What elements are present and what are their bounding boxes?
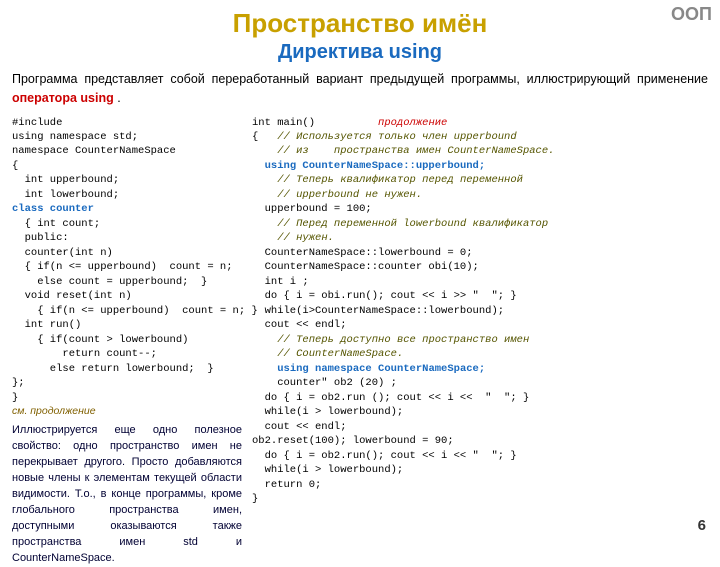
left-column: #include using namespace std; namespace …: [12, 116, 242, 567]
note-text: Иллюстрируется еще одно полезное свойств…: [12, 424, 242, 564]
right-column: int main() продолжение { // Используется…: [252, 116, 708, 567]
intro-highlight: оператора using: [12, 91, 114, 105]
intro-paragraph: Программа представляет собой переработан…: [12, 70, 708, 108]
bottom-note: Иллюстрируется еще одно полезное свойств…: [12, 423, 242, 566]
main-title: Пространство имён: [12, 8, 708, 39]
two-column-layout: #include using namespace std; namespace …: [12, 116, 708, 567]
right-code-block: int main() продолжение { // Используется…: [252, 116, 708, 507]
left-code-block: #include using namespace std; namespace …: [12, 116, 242, 406]
intro-text-content: Программа представляет собой переработан…: [12, 72, 708, 86]
page-number: 6: [698, 517, 706, 534]
right-code-text: int main() продолжение { // Используется…: [252, 117, 554, 506]
intro-text-after: .: [117, 91, 120, 105]
see-continuation: см. продолжение: [12, 405, 242, 417]
sub-title: Директива using: [12, 41, 708, 64]
oop-badge: ООП: [671, 4, 712, 25]
page: ООП Пространство имён Директива using Пр…: [0, 0, 720, 540]
left-code-text: #include using namespace std; namespace …: [12, 117, 258, 404]
